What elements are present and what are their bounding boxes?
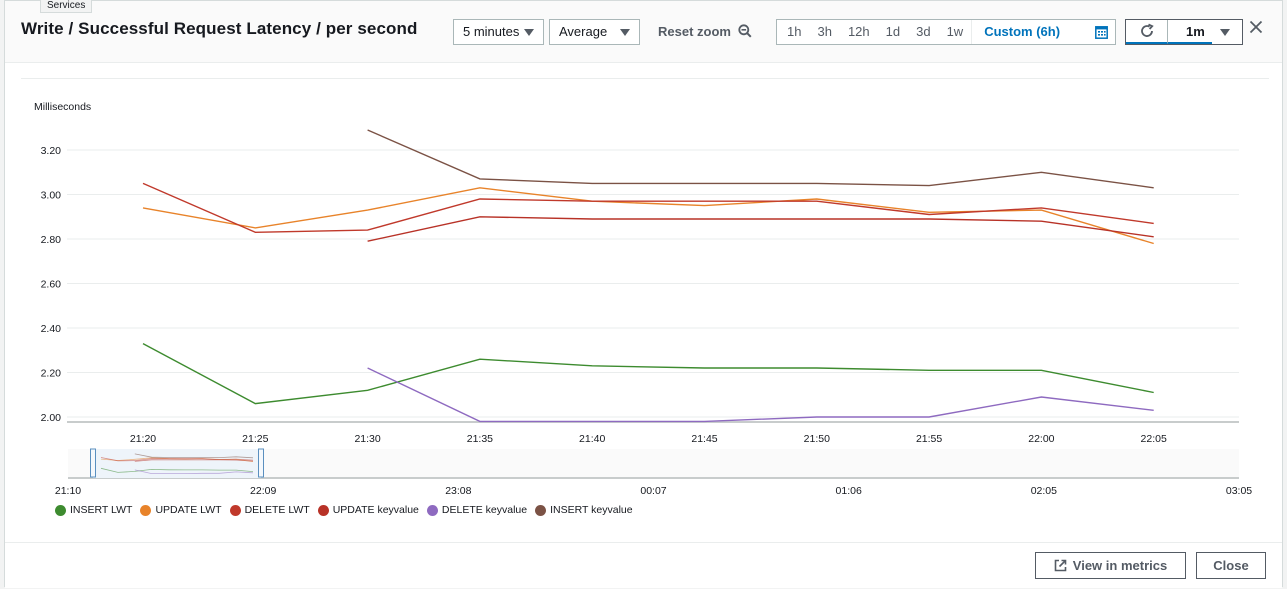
range-1h[interactable]: 1h (777, 20, 809, 44)
reset-zoom-button[interactable]: Reset zoom (658, 24, 731, 39)
refresh-interval-select[interactable]: 1m (1168, 20, 1242, 44)
refresh-button[interactable] (1126, 20, 1168, 44)
range-3d[interactable]: 3d (908, 20, 938, 44)
x-tick-label: 21:25 (242, 433, 268, 445)
navigator-tick-label: 21:10 (55, 485, 81, 497)
series-line-insert-lwt (142, 342, 1154, 405)
x-tick-label: 21:45 (691, 433, 717, 445)
caret-down-icon (1220, 29, 1230, 36)
legend-item[interactable]: UPDATE keyvalue (317, 504, 419, 516)
x-tick-label: 22:05 (1141, 433, 1167, 445)
zoom-out-icon[interactable] (738, 24, 752, 43)
legend-item[interactable]: DELETE keyvalue (426, 504, 528, 516)
services-tooltip: Services (40, 0, 93, 13)
time-range-selector: 1h 3h 12h 1d 3d 1w Custom (6h) (776, 19, 1116, 45)
navigator-left-handle[interactable] (90, 448, 96, 478)
metric-modal: Write / Successful Request Latency / per… (4, 0, 1284, 588)
y-tick-label: 2.00 (41, 412, 62, 424)
range-custom[interactable]: Custom (6h) (971, 20, 1068, 44)
close-button[interactable]: Close (1196, 552, 1266, 579)
interval-underline (1168, 42, 1212, 44)
latency-chart[interactable]: 2.00 2.20 2.40 2.60 2.80 3.00 3.20 21:20 21:25 2… (5, 81, 1284, 551)
series-line-update-keyvalue (367, 216, 1154, 242)
legend-item[interactable]: INSERT LWT (55, 504, 132, 516)
navigator-tick-label: 00:07 (640, 485, 666, 497)
modal-footer: View in metrics Close (5, 542, 1282, 588)
legend-swatch (229, 504, 241, 516)
legend-item[interactable]: INSERT keyvalue (535, 504, 633, 516)
chart-top-divider (21, 78, 1269, 79)
x-tick-label: 22:00 (1028, 433, 1054, 445)
legend-label: DELETE LWT (244, 504, 310, 516)
period-select-value: 5 minutes (463, 24, 520, 39)
navigator-tick-label: 02:05 (1031, 485, 1057, 497)
calendar-icon[interactable] (1095, 26, 1108, 44)
series-line-update-lwt (142, 187, 1154, 245)
navigator-right-handle[interactable] (258, 448, 264, 478)
view-in-metrics-button[interactable]: View in metrics (1035, 552, 1186, 579)
x-tick-label: 21:40 (579, 433, 605, 445)
statistic-select-value: Average (559, 24, 608, 39)
legend-item[interactable]: DELETE LWT (229, 504, 310, 516)
caret-down-icon (620, 29, 630, 36)
period-select[interactable]: 5 minutes (453, 19, 544, 45)
legend-label: UPDATE LWT (155, 504, 222, 516)
y-tick-label: 2.60 (41, 279, 62, 291)
legend-swatch (535, 504, 547, 516)
statistic-select[interactable]: Average (549, 19, 640, 45)
navigator-tick-label: 22:09 (250, 485, 276, 497)
view-in-metrics-label: View in metrics (1072, 558, 1168, 573)
range-1d[interactable]: 1d (878, 20, 908, 44)
x-tick-label: 21:35 (467, 433, 493, 445)
y-tick-label: 2.20 (41, 368, 62, 380)
legend-swatch (317, 504, 329, 516)
x-tick-label: 21:30 (354, 433, 380, 445)
range-3h[interactable]: 3h (809, 20, 839, 44)
refresh-controls: 1m (1125, 19, 1243, 45)
legend-item[interactable]: UPDATE LWT (140, 504, 222, 516)
legend-label: DELETE keyvalue (441, 504, 528, 516)
modal-header: Write / Successful Request Latency / per… (5, 1, 1282, 63)
x-tick-label: 21:55 (916, 433, 942, 445)
navigator-tick-label: 03:05 (1226, 485, 1252, 497)
legend-label: INSERT keyvalue (550, 504, 633, 516)
legend-swatch (55, 504, 66, 516)
y-tick-label: 2.40 (41, 323, 62, 335)
external-link-icon (1054, 559, 1067, 572)
chart-legend: INSERT LWT UPDATE LWT DELETE LWT UPDATE key… (55, 504, 641, 516)
y-tick-label: 3.00 (41, 190, 62, 202)
y-tick-label: 3.20 (41, 145, 62, 157)
legend-swatch (426, 504, 438, 516)
page-title: Write / Successful Request Latency / per… (21, 19, 418, 38)
range-1w[interactable]: 1w (939, 20, 972, 44)
navigator-tick-label: 01:06 (836, 485, 862, 497)
y-tick-label: 2.80 (41, 234, 62, 246)
series-line-delete-keyvalue (367, 367, 1154, 423)
range-12h[interactable]: 12h (840, 20, 878, 44)
series-line-delete-lwt (142, 182, 1154, 234)
series-line-insert-keyvalue (367, 129, 1154, 189)
legend-swatch (140, 504, 152, 516)
x-tick-label: 21:20 (130, 433, 156, 445)
y-axis-label: Milliseconds (34, 101, 91, 113)
navigator-tick-label: 23:08 (445, 485, 471, 497)
legend-label: INSERT LWT (70, 504, 133, 516)
close-icon[interactable] (1249, 20, 1263, 39)
x-tick-label: 21:50 (804, 433, 830, 445)
refresh-interval-value: 1m (1186, 24, 1205, 39)
legend-label: UPDATE keyvalue (332, 504, 419, 516)
refresh-icon (1140, 23, 1154, 37)
caret-down-icon (524, 29, 534, 36)
